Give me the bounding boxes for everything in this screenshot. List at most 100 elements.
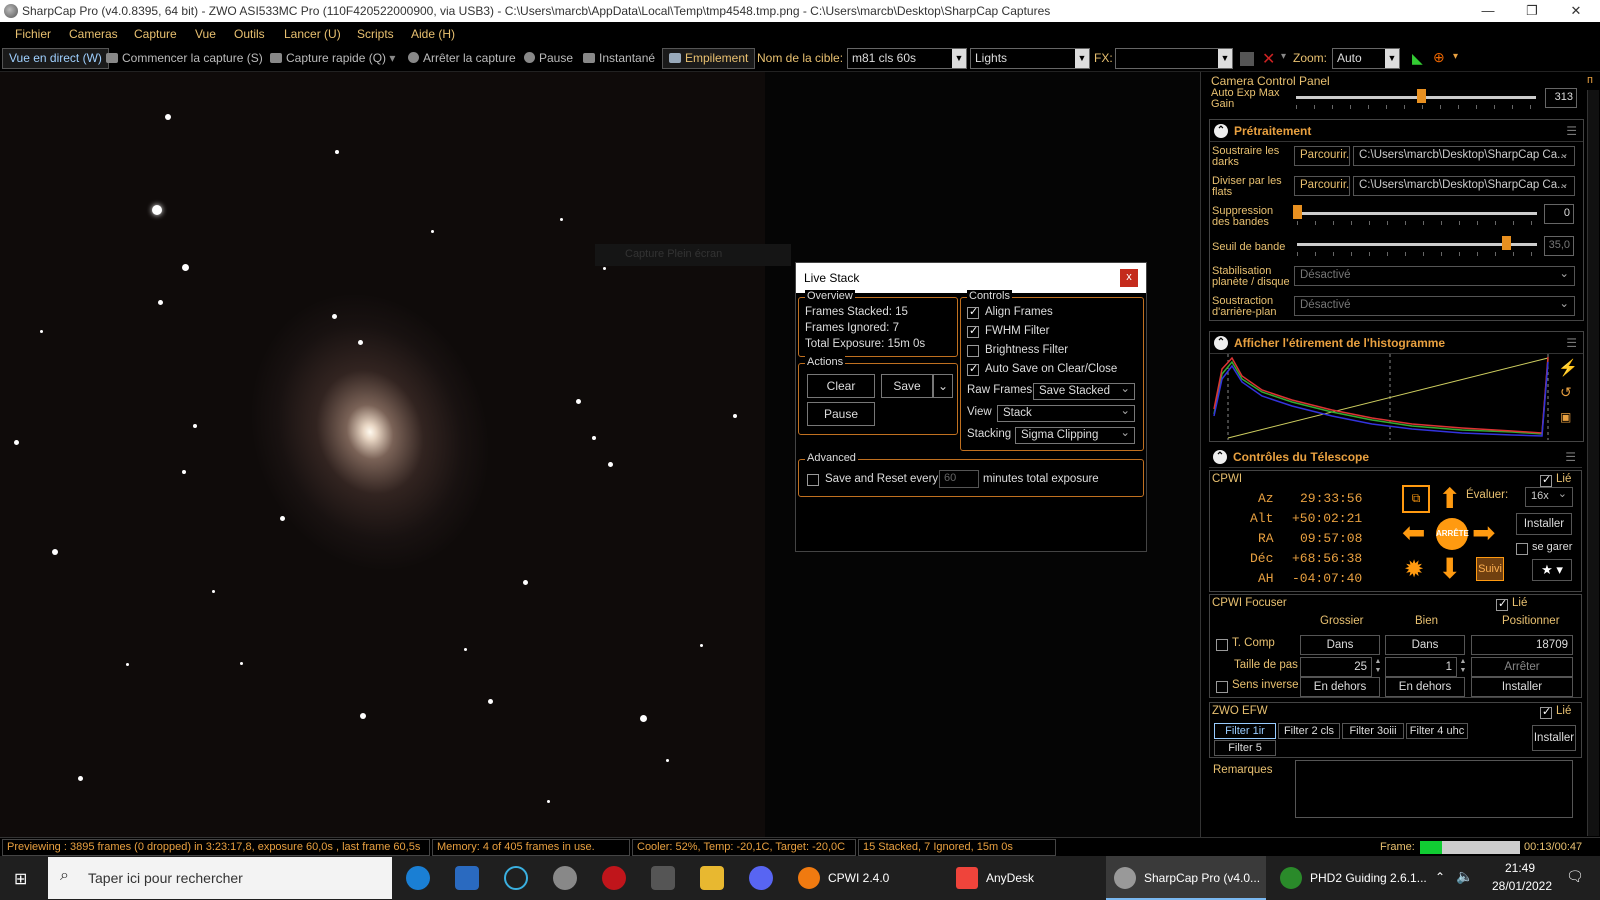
stepper-arrows-icon[interactable]: ▲ ▼ [1457,657,1469,677]
darks-browse-button[interactable]: Parcourir... [1294,146,1350,166]
reticle-dropdown-icon[interactable]: ▾ [1281,51,1286,62]
tracking-button[interactable]: Suivi [1476,557,1504,581]
star-app-icon[interactable] [651,866,675,890]
zoom-select[interactable]: Auto ▼ [1332,48,1400,69]
stacking-select[interactable]: Sigma Clipping [1015,425,1135,444]
filter-3-button[interactable]: Filter 3oiii [1342,723,1404,739]
refresh-app-icon[interactable] [504,866,528,890]
arrow-left-icon[interactable]: ⬅ [1402,519,1425,547]
menu-icon[interactable]: ☰ [1566,124,1577,138]
speaker-icon[interactable]: 🔈 [1456,868,1473,885]
taskbar-app-sharpcap[interactable]: SharpCap Pro (v4.0... [1106,856,1266,900]
mount-setup-button[interactable]: Installer [1516,513,1572,535]
menu-capture[interactable]: Capture [134,27,177,41]
banding-slider[interactable] [1297,212,1537,215]
mount-linked-checkbox[interactable] [1540,473,1552,487]
focuser-stop-button[interactable]: Arrêter [1471,657,1573,677]
filter-4-button[interactable]: Filter 4 uhc [1406,723,1468,739]
pretreatment-header[interactable]: ⌃ Prétraitement ☰ [1210,120,1583,142]
telescope-header[interactable]: ⌃ Contrôles du Télescope ☰ [1209,446,1582,468]
snapshot-button[interactable]: Instantané [583,51,655,65]
pause-button[interactable]: Pause [524,51,573,65]
filter-1-button[interactable]: Filter 1ir [1214,723,1276,739]
auto-save-checkbox[interactable] [967,362,979,376]
raw-frames-select[interactable]: Save Stacked [1033,381,1135,400]
menu-file[interactable]: Fichier [15,27,51,41]
stepper-arrows-icon[interactable]: ▲ ▼ [1372,657,1384,677]
taskbar-app-cpwi[interactable]: CPWI 2.4.0 [790,856,940,900]
fine-step-stepper[interactable]: 1 [1385,657,1457,677]
histogram-plot[interactable] [1212,354,1552,440]
save-dropdown-button[interactable]: ⌄ [933,374,953,398]
menu-help[interactable]: Aide (H) [411,27,455,41]
save-reset-checkbox[interactable] [807,474,819,486]
save-button[interactable]: Save [881,374,933,398]
arrow-down-icon[interactable]: ⬇ [1438,555,1461,583]
notes-textarea[interactable] [1295,760,1573,818]
align-frames-checkbox[interactable] [967,305,979,319]
arrow-right-icon[interactable]: ➡ [1472,519,1495,547]
file-explorer-icon[interactable] [700,866,724,890]
focus-assist-icon[interactable]: ◣ [1412,50,1423,67]
menu-tools[interactable]: Outils [234,27,265,41]
max-gain-value[interactable]: 313 [1545,88,1577,108]
minimize-button[interactable]: — [1466,0,1510,22]
flats-path-select[interactable]: C:\Users\marcb\Desktop\SharpCap Ca... [1353,176,1575,196]
efw-setup-button[interactable]: Installer [1532,725,1576,751]
rate-select[interactable]: 16x [1525,487,1573,507]
red-app-icon[interactable] [602,866,626,890]
taskbar-search[interactable]: ⌕ Taper ici pour rechercher [48,857,392,899]
taskbar-app-phd2[interactable]: PHD2 Guiding 2.6.1... [1272,856,1432,900]
reverse-checkbox[interactable] [1216,681,1228,693]
menu-view[interactable]: Vue [195,27,216,41]
stop-capture-button[interactable]: Arrêter la capture [408,51,516,65]
target-name-input[interactable]: m81 cls 60s ▼ [847,48,967,69]
detect-stars-icon[interactable]: ⊕ [1433,49,1445,66]
windows-start-icon[interactable]: ⊞ [14,869,27,889]
banding-value[interactable]: 0 [1544,204,1574,224]
lightning-icon[interactable]: ⚡ [1558,358,1578,378]
clock-time[interactable]: 21:49 [1492,861,1548,875]
tcomp-checkbox[interactable] [1216,639,1228,651]
astro-app-icon[interactable] [553,866,577,890]
center-target-icon[interactable]: ✹ [1404,555,1424,584]
filter-2-button[interactable]: Filter 2 cls [1278,723,1340,739]
discord-icon[interactable] [749,866,773,890]
close-icon[interactable]: x [1120,269,1138,287]
reticle-icon[interactable]: ✕ [1262,49,1275,69]
histogram-toggle-icon[interactable] [1240,52,1254,66]
clock-date[interactable]: 28/01/2022 [1490,879,1554,893]
fine-in-button[interactable]: Dans [1385,635,1465,655]
stabilization-select[interactable]: Désactivé [1294,266,1575,286]
detect-stars-dropdown-icon[interactable]: ▾ [1453,51,1458,62]
fx-select[interactable]: ▼ [1115,48,1233,69]
menu-icon[interactable]: ☰ [1566,336,1577,350]
fine-out-button[interactable]: En dehors [1385,677,1465,697]
coarse-in-button[interactable]: Dans [1300,635,1380,655]
focuser-position-input[interactable]: 18709 [1471,635,1573,655]
banding-slider-thumb[interactable] [1293,205,1302,219]
stop-slew-button[interactable]: ARRÊTE [1436,518,1469,550]
darks-path-select[interactable]: C:\Users\marcb\Desktop\SharpCap Ca... [1353,146,1575,166]
edge-icon[interactable] [406,866,430,890]
view-select[interactable]: Stack [997,403,1135,422]
menu-scripts[interactable]: Scripts [357,27,394,41]
focuser-setup-button[interactable]: Installer [1471,677,1573,697]
background-sub-select[interactable]: Désactivé [1294,296,1575,316]
start-capture-button[interactable]: Commencer la capture (S) [106,51,263,65]
arrow-up-icon[interactable]: ⬆ [1438,485,1461,513]
close-window-button[interactable]: ✕ [1554,0,1598,22]
menu-icon[interactable]: ☰ [1565,450,1576,464]
clear-button[interactable]: Clear [807,374,875,398]
fwhm-filter-checkbox[interactable] [967,324,979,338]
maximize-button[interactable]: ❐ [1510,0,1554,22]
menu-launch[interactable]: Lancer (U) [284,27,341,41]
stacking-button[interactable]: Empilement [662,48,756,69]
tray-chevron-icon[interactable]: ⌃ [1435,870,1445,884]
coarse-step-stepper[interactable]: 25 [1300,657,1372,677]
filter-5-button[interactable]: Filter 5 [1214,740,1276,756]
focuser-linked-checkbox[interactable] [1496,597,1508,611]
histogram-header[interactable]: ⌃ Afficher l'étirement de l'histogramme … [1210,332,1583,354]
stellarium-icon[interactable] [455,866,479,890]
minutes-stepper[interactable]: 60 [939,470,979,488]
